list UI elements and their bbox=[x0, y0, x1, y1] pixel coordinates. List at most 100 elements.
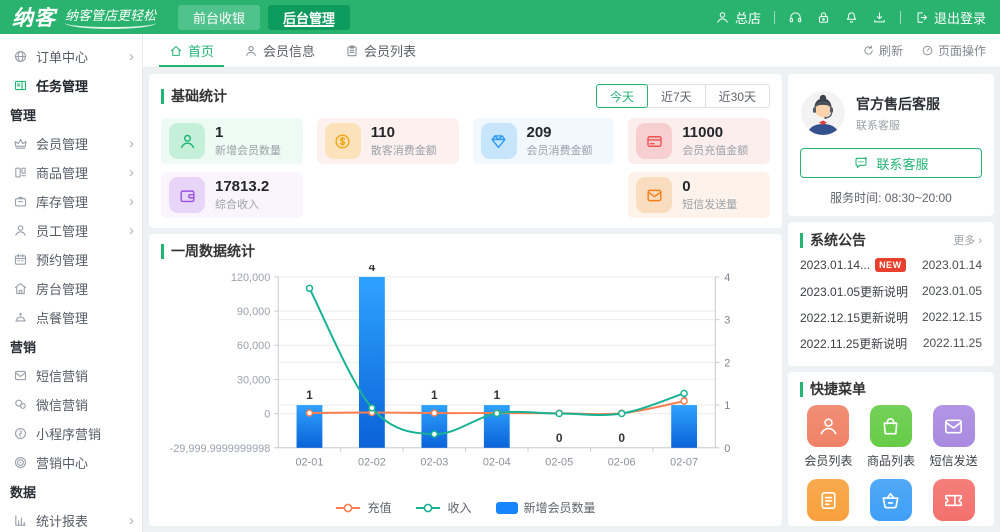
mail-icon bbox=[942, 415, 965, 438]
sidebar-item-order-center[interactable]: 订单中心› bbox=[0, 42, 142, 71]
sidebar-item-label: 统计报表 bbox=[36, 511, 88, 530]
tab-home[interactable]: 首页 bbox=[165, 34, 218, 67]
legend-line-marker bbox=[415, 502, 441, 514]
sidebar-item-miniapp-marketing[interactable]: 小程序营销 bbox=[0, 419, 142, 448]
stat-label: 短信发送量 bbox=[682, 196, 737, 212]
quick-item-mall-orders[interactable]: 商城订单 bbox=[804, 479, 852, 526]
quick-item-goods-list[interactable]: 商品列表 bbox=[867, 405, 915, 469]
sidebar-item-room-management[interactable]: 房台管理 bbox=[0, 274, 142, 303]
stat-card-member-spend: 209会员消费金额 bbox=[473, 118, 615, 164]
svg-text:02-07: 02-07 bbox=[670, 457, 698, 469]
svg-text:2: 2 bbox=[724, 357, 730, 369]
stat-tile bbox=[481, 123, 517, 159]
house-icon bbox=[13, 281, 28, 296]
quick-item-sms-send[interactable]: 短信发送 bbox=[930, 405, 978, 469]
miniapp-icon bbox=[13, 426, 28, 441]
legend-bar-marker bbox=[496, 502, 518, 514]
logout-button[interactable]: 退出登录 bbox=[914, 8, 986, 27]
top-nav: 前台收银后台管理 bbox=[178, 5, 350, 30]
legend-item-line[interactable]: 收入 bbox=[415, 499, 471, 516]
topnav-front-cashier[interactable]: 前台收银 bbox=[178, 5, 260, 30]
mail-icon bbox=[645, 186, 664, 205]
sidebar: 订单中心›任务管理管理会员管理›商品管理›库存管理›员工管理›预约管理房台管理点… bbox=[0, 34, 143, 532]
headset-button[interactable] bbox=[788, 10, 803, 25]
notice-item-date: 2022.12.15 bbox=[922, 310, 982, 324]
system-notice-card: 系统公告 更多 › 2023.01.14...NEW2023.01.142023… bbox=[788, 222, 994, 366]
tab-member-list[interactable]: 会员列表 bbox=[341, 34, 420, 67]
lock-button[interactable] bbox=[816, 10, 831, 25]
sidebar-item-sms-marketing[interactable]: 短信营销 bbox=[0, 361, 142, 390]
app-tagline: 纳客管店更轻松 bbox=[65, 5, 156, 29]
svg-text:30,000: 30,000 bbox=[237, 374, 270, 386]
sidebar-item-label: 商品管理 bbox=[36, 163, 88, 182]
sidebar-item-task-management[interactable]: 任务管理 bbox=[0, 71, 142, 100]
quick-item-goods-packages[interactable]: 商品套餐 bbox=[867, 479, 915, 526]
logout-label: 退出登录 bbox=[934, 8, 986, 27]
download-button[interactable] bbox=[872, 10, 887, 25]
sidebar-section-title: 数据 bbox=[0, 477, 142, 506]
legend-label: 收入 bbox=[447, 499, 471, 516]
legend-label: 新增会员数量 bbox=[524, 499, 596, 516]
quick-menu-card: 快捷菜单 会员列表商品列表短信发送商城订单商品套餐优惠券 bbox=[788, 372, 994, 526]
stat-value: 11000 bbox=[682, 124, 748, 143]
sidebar-item-label: 订单中心 bbox=[36, 47, 88, 66]
range-button-last-30-days[interactable]: 近30天 bbox=[705, 84, 770, 108]
tab-strip: 首页会员信息会员列表 刷新 页面操作 bbox=[143, 34, 1000, 68]
range-button-today[interactable]: 今天 bbox=[596, 84, 648, 108]
inventory-icon bbox=[13, 194, 28, 209]
sidebar-item-staff-management[interactable]: 员工管理› bbox=[0, 216, 142, 245]
svg-text:0: 0 bbox=[618, 431, 625, 445]
notice-item[interactable]: 2023.01.14...NEW2023.01.14 bbox=[800, 252, 982, 278]
sidebar-item-label: 小程序营销 bbox=[36, 424, 101, 443]
range-button-last-7-days[interactable]: 近7天 bbox=[647, 84, 706, 108]
svg-text:0: 0 bbox=[724, 443, 730, 455]
goods-icon bbox=[13, 165, 28, 180]
stat-value: 0 bbox=[682, 178, 737, 197]
sidebar-item-goods-management[interactable]: 商品管理› bbox=[0, 158, 142, 187]
sidebar-item-label: 预约管理 bbox=[36, 250, 88, 269]
refresh-button[interactable]: 刷新 bbox=[862, 42, 903, 59]
legend-item-bar[interactable]: 新增会员数量 bbox=[496, 499, 596, 516]
notice-more-link[interactable]: 更多 › bbox=[953, 232, 982, 248]
shell: 订单中心›任务管理管理会员管理›商品管理›库存管理›员工管理›预约管理房台管理点… bbox=[0, 34, 1000, 532]
sidebar-item-booking-management[interactable]: 预约管理 bbox=[0, 245, 142, 274]
notice-item-title: 2023.01.05更新说明 bbox=[800, 283, 908, 300]
diamond-icon bbox=[489, 132, 508, 151]
page-operations-label: 页面操作 bbox=[938, 42, 986, 59]
sidebar-item-inventory-management[interactable]: 库存管理› bbox=[0, 187, 142, 216]
page-operations-button[interactable]: 页面操作 bbox=[921, 42, 986, 59]
sidebar-item-statistics-reports[interactable]: 统计报表› bbox=[0, 506, 142, 532]
topnav-backend-admin[interactable]: 后台管理 bbox=[268, 5, 350, 30]
notice-item[interactable]: 2022.11.25更新说明 2022.11.25 bbox=[800, 330, 982, 356]
quick-menu-title: 快捷菜单 bbox=[800, 382, 866, 397]
notice-item-title: 2022.11.25更新说明 bbox=[800, 335, 907, 352]
doc-icon bbox=[817, 489, 840, 512]
bankcard-icon bbox=[645, 132, 664, 151]
quick-item-coupons[interactable]: 优惠券 bbox=[933, 479, 975, 526]
sidebar-item-wechat-marketing[interactable]: 微信营销 bbox=[0, 390, 142, 419]
topbar-right: 总店 退出登录 bbox=[715, 8, 1000, 27]
stat-value: 1 bbox=[215, 124, 281, 143]
contact-service-button[interactable]: 联系客服 bbox=[800, 148, 982, 178]
basket-icon bbox=[879, 489, 902, 512]
sidebar-item-dining-management[interactable]: 点餐管理 bbox=[0, 303, 142, 332]
sidebar-item-marketing-center[interactable]: 营销中心 bbox=[0, 448, 142, 477]
legend-item-line[interactable]: 充值 bbox=[335, 499, 391, 516]
notice-item-date: 2022.11.25 bbox=[923, 336, 982, 350]
user-icon bbox=[715, 10, 730, 25]
task-icon bbox=[13, 78, 28, 93]
stat-label: 综合收入 bbox=[215, 196, 269, 212]
notice-item-title: 2023.01.14... bbox=[800, 258, 870, 272]
logout-icon bbox=[914, 10, 929, 25]
sidebar-item-member-management[interactable]: 会员管理› bbox=[0, 129, 142, 158]
store-switcher[interactable]: 总店 bbox=[715, 8, 761, 27]
quick-item-member-list[interactable]: 会员列表 bbox=[804, 405, 852, 469]
tab-member-info[interactable]: 会员信息 bbox=[240, 34, 319, 67]
notice-item[interactable]: 2023.01.05更新说明2023.01.05 bbox=[800, 278, 982, 304]
quick-tile bbox=[933, 405, 975, 447]
tabs: 首页会员信息会员列表 bbox=[143, 34, 420, 67]
mail-icon bbox=[13, 368, 28, 383]
store-name: 总店 bbox=[735, 8, 761, 27]
notice-item[interactable]: 2022.12.15更新说明2022.12.15 bbox=[800, 304, 982, 330]
bell-button[interactable] bbox=[844, 10, 859, 25]
